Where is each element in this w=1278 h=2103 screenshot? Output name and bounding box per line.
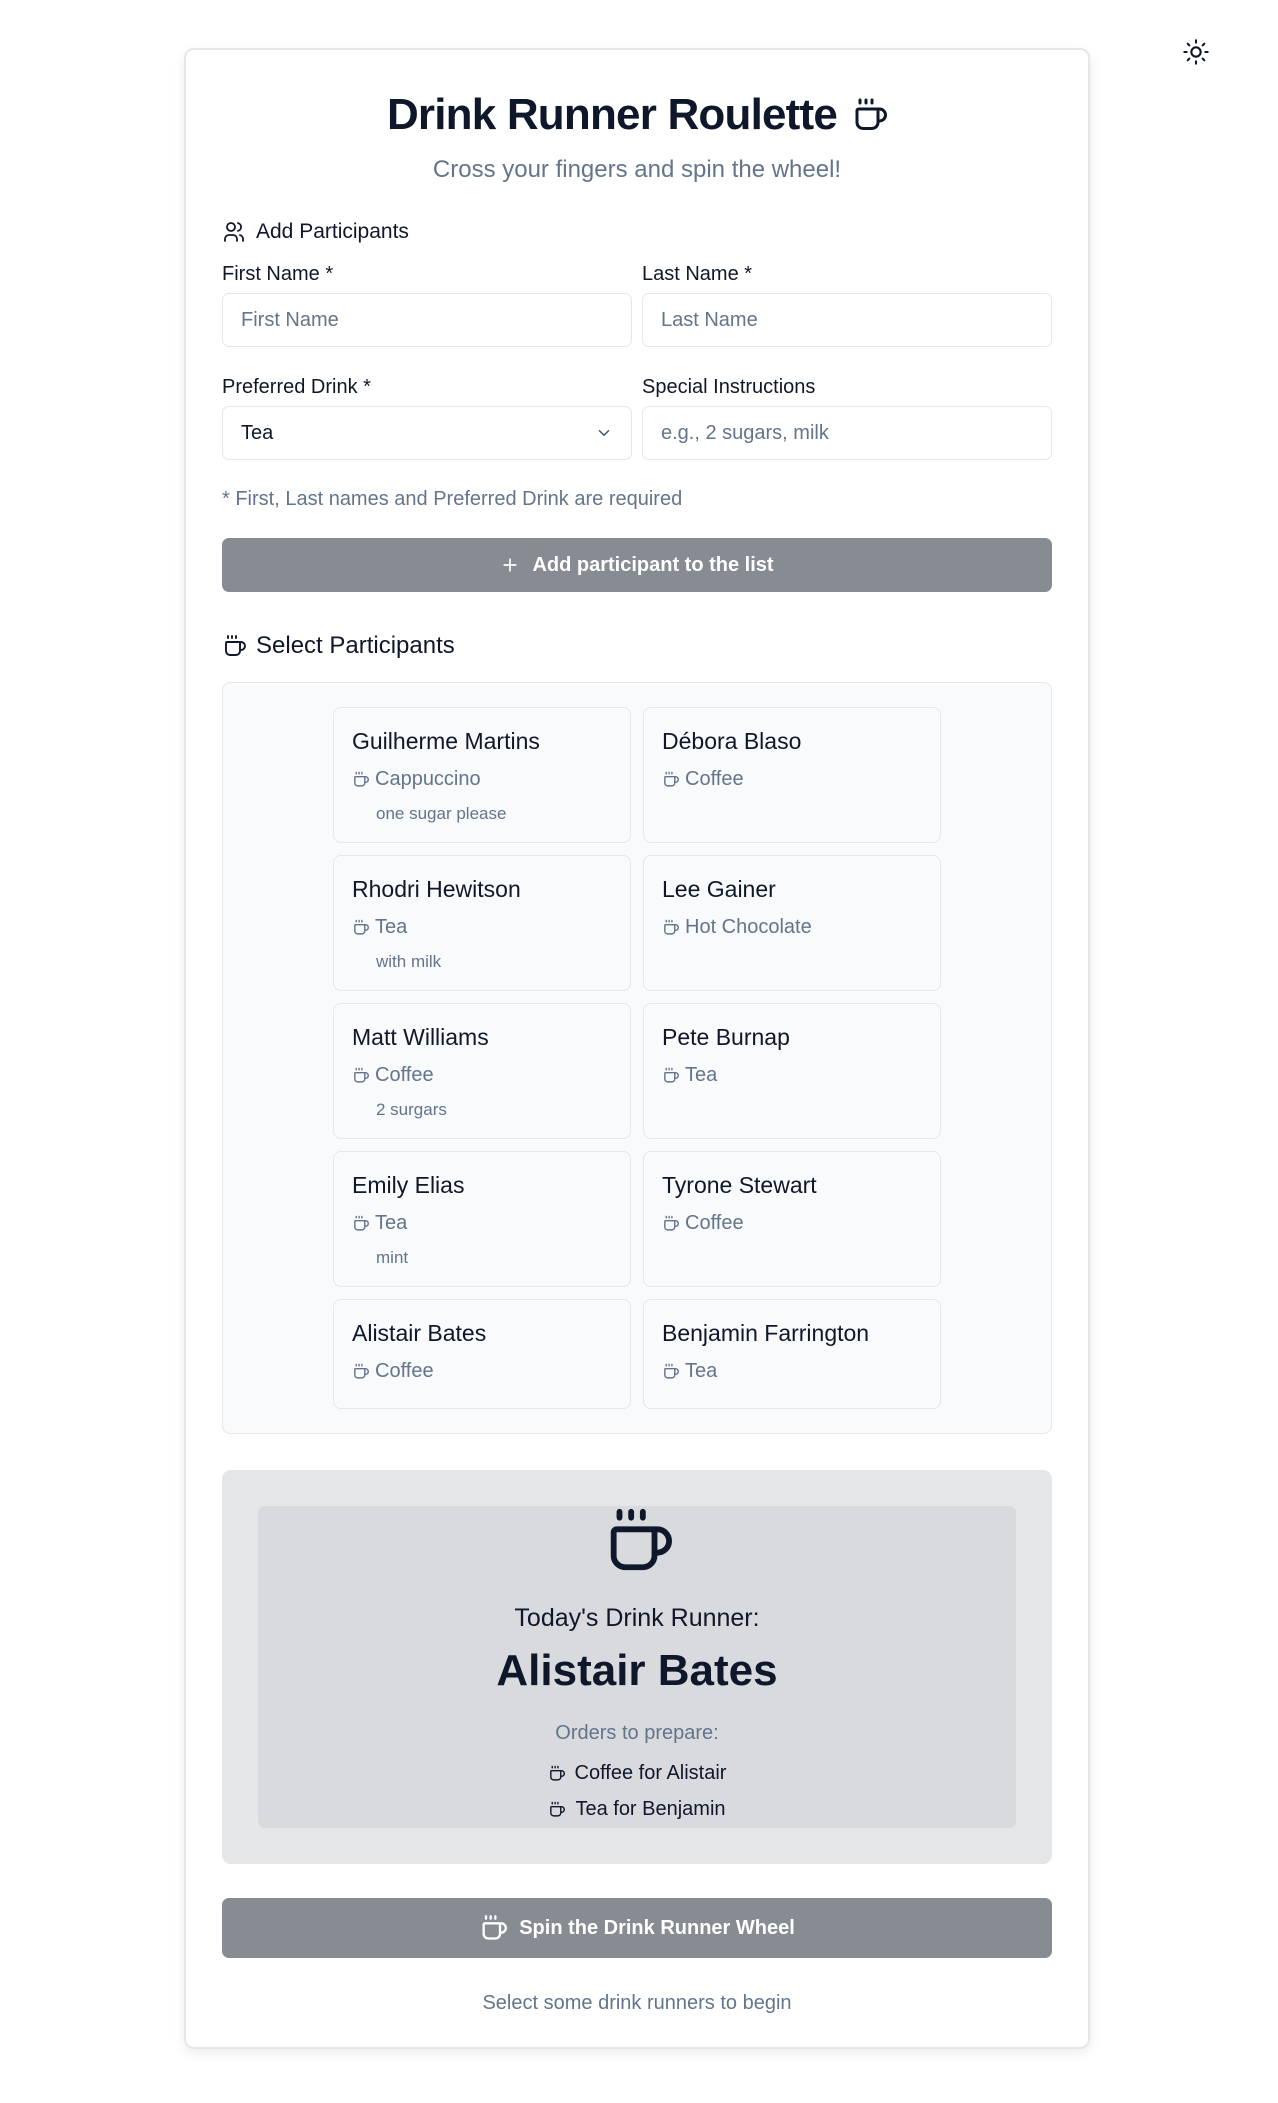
coffee-cup-icon [662,1067,679,1084]
participant-name: Pete Burnap [662,1024,790,1050]
coffee-cup-icon [851,97,888,133]
participant-card[interactable]: Rhodri Hewitson Tea with milk [333,855,631,991]
participant-name: Lee Gainer [662,876,776,902]
participant-note: one sugar please [376,804,507,823]
participant-card[interactable]: Emily Elias Tea mint [333,1151,631,1287]
preferred-drink-value: Tea [241,421,274,444]
order-item: Tea for Benjamin [258,1798,1016,1821]
coffee-cup-icon [352,771,369,788]
participant-drink: Hot Chocolate [662,916,812,939]
result-label: Today's Drink Runner: [514,1604,760,1632]
select-participants-heading: Select Participants [222,632,455,660]
participant-name: Matt Williams [352,1024,489,1050]
result-panel: Today's Drink Runner: Alistair Bates Ord… [222,1470,1052,1864]
participant-drink: Tea [662,1360,717,1383]
participant-name: Alistair Bates [352,1320,487,1346]
participant-note: mint [376,1248,409,1267]
preferred-drink-select[interactable]: Tea [222,406,632,460]
spin-wheel-label: Spin the Drink Runner Wheel [519,1916,795,1939]
participant-card[interactable]: Tyrone Stewart Coffee [643,1151,941,1287]
participant-note: with milk [376,952,442,971]
participant-drink: Tea [662,1064,717,1087]
result-runner-name: Alistair Bates [496,1646,778,1695]
add-participant-button[interactable]: Add participant to the list [222,538,1052,592]
chevron-down-icon [595,424,613,442]
last-name-input[interactable] [642,293,1052,347]
spin-wheel-button[interactable]: Spin the Drink Runner Wheel [222,1898,1052,1958]
participant-card[interactable]: Alistair Bates Coffee [333,1299,631,1409]
participant-name: Benjamin Farrington [662,1320,870,1346]
orders-label: Orders to prepare: [555,1722,719,1744]
last-name-label: Last Name * [642,263,753,285]
participant-card[interactable]: Guilherme Martins Cappuccino one sugar p… [333,707,631,843]
participant-drink-label: Tea [685,1064,718,1086]
participant-card[interactable]: Lee Gainer Hot Chocolate [643,855,941,991]
page-subtitle: Cross your fingers and spin the wheel! [432,156,842,183]
coffee-cup-icon [602,1506,672,1576]
coffee-cup-icon [352,919,369,936]
add-participant-label: Add participant to the list [532,553,774,576]
coffee-cup-icon [352,1067,369,1084]
participant-drink-label: Coffee [375,1064,434,1086]
participant-name: Emily Elias [352,1172,465,1198]
preferred-drink-label: Preferred Drink * [222,376,371,398]
participant-drink: Cappuccino [352,768,481,791]
coffee-cup-icon [662,1363,679,1380]
first-name-label: First Name * [222,263,334,285]
participant-drink-label: Tea [375,1212,408,1234]
main-card: Drink Runner Roulette Cross your fingers… [184,48,1090,2049]
order-text: Tea for Benjamin [575,1798,726,1820]
page-title: Drink Runner Roulette [386,90,838,139]
users-icon [222,220,246,244]
participant-card[interactable]: Benjamin Farrington Tea [643,1299,941,1409]
first-name-input[interactable] [222,293,632,347]
participant-note: 2 surgars [376,1100,447,1119]
participant-drink-label: Cappuccino [375,768,481,790]
add-participants-heading: Add Participants [222,220,409,244]
participant-drink: Tea [352,1212,407,1235]
participant-drink: Coffee [662,1212,744,1235]
participant-drink: Coffee [352,1064,434,1087]
title-row: Drink Runner Roulette [186,90,1088,140]
special-instructions-label: Special Instructions [642,376,816,398]
coffee-cup-icon [548,1765,565,1782]
select-participants-title: Select Participants [256,632,455,659]
result-card: Today's Drink Runner: Alistair Bates Ord… [258,1506,1016,1828]
order-text: Coffee for Alistair [574,1762,727,1784]
coffee-cup-icon [352,1215,369,1232]
coffee-cup-icon [479,1914,508,1942]
participant-name: Rhodri Hewitson [352,876,521,902]
participant-card[interactable]: Matt Williams Coffee 2 surgars [333,1003,631,1139]
participant-drink-label: Coffee [375,1360,434,1382]
coffee-cup-icon [662,1215,679,1232]
theme-toggle-button[interactable] [1180,36,1212,68]
special-instructions-input[interactable] [642,406,1052,460]
participant-drink: Tea [352,916,407,939]
participant-card[interactable]: Débora Blaso Coffee [643,707,941,843]
participant-drink-label: Tea [375,916,408,938]
hint-text: Select some drink runners to begin [482,1992,792,2014]
participant-drink-label: Hot Chocolate [685,916,812,938]
order-item: Coffee for Alistair [258,1762,1016,1785]
coffee-cup-icon [662,771,679,788]
coffee-cup-icon [222,634,246,658]
participant-drink: Coffee [662,768,744,791]
participant-name: Tyrone Stewart [662,1172,817,1198]
participants-grid: Guilherme Martins Cappuccino one sugar p… [222,682,1052,1434]
coffee-cup-icon [662,919,679,936]
participant-name: Guilherme Martins [352,728,540,754]
coffee-cup-icon [352,1363,369,1380]
coffee-cup-icon [548,1801,566,1818]
participant-drink-label: Coffee [685,768,744,790]
participant-drink-label: Coffee [685,1212,744,1234]
plus-icon [500,555,520,575]
participant-drink: Coffee [352,1360,434,1383]
add-participants-title: Add Participants [256,220,409,243]
required-note: * First, Last names and Preferred Drink … [222,488,683,510]
participant-card[interactable]: Pete Burnap Tea [643,1003,941,1139]
sun-icon [1182,38,1210,66]
participant-drink-label: Tea [685,1360,718,1382]
participant-name: Débora Blaso [662,728,802,754]
